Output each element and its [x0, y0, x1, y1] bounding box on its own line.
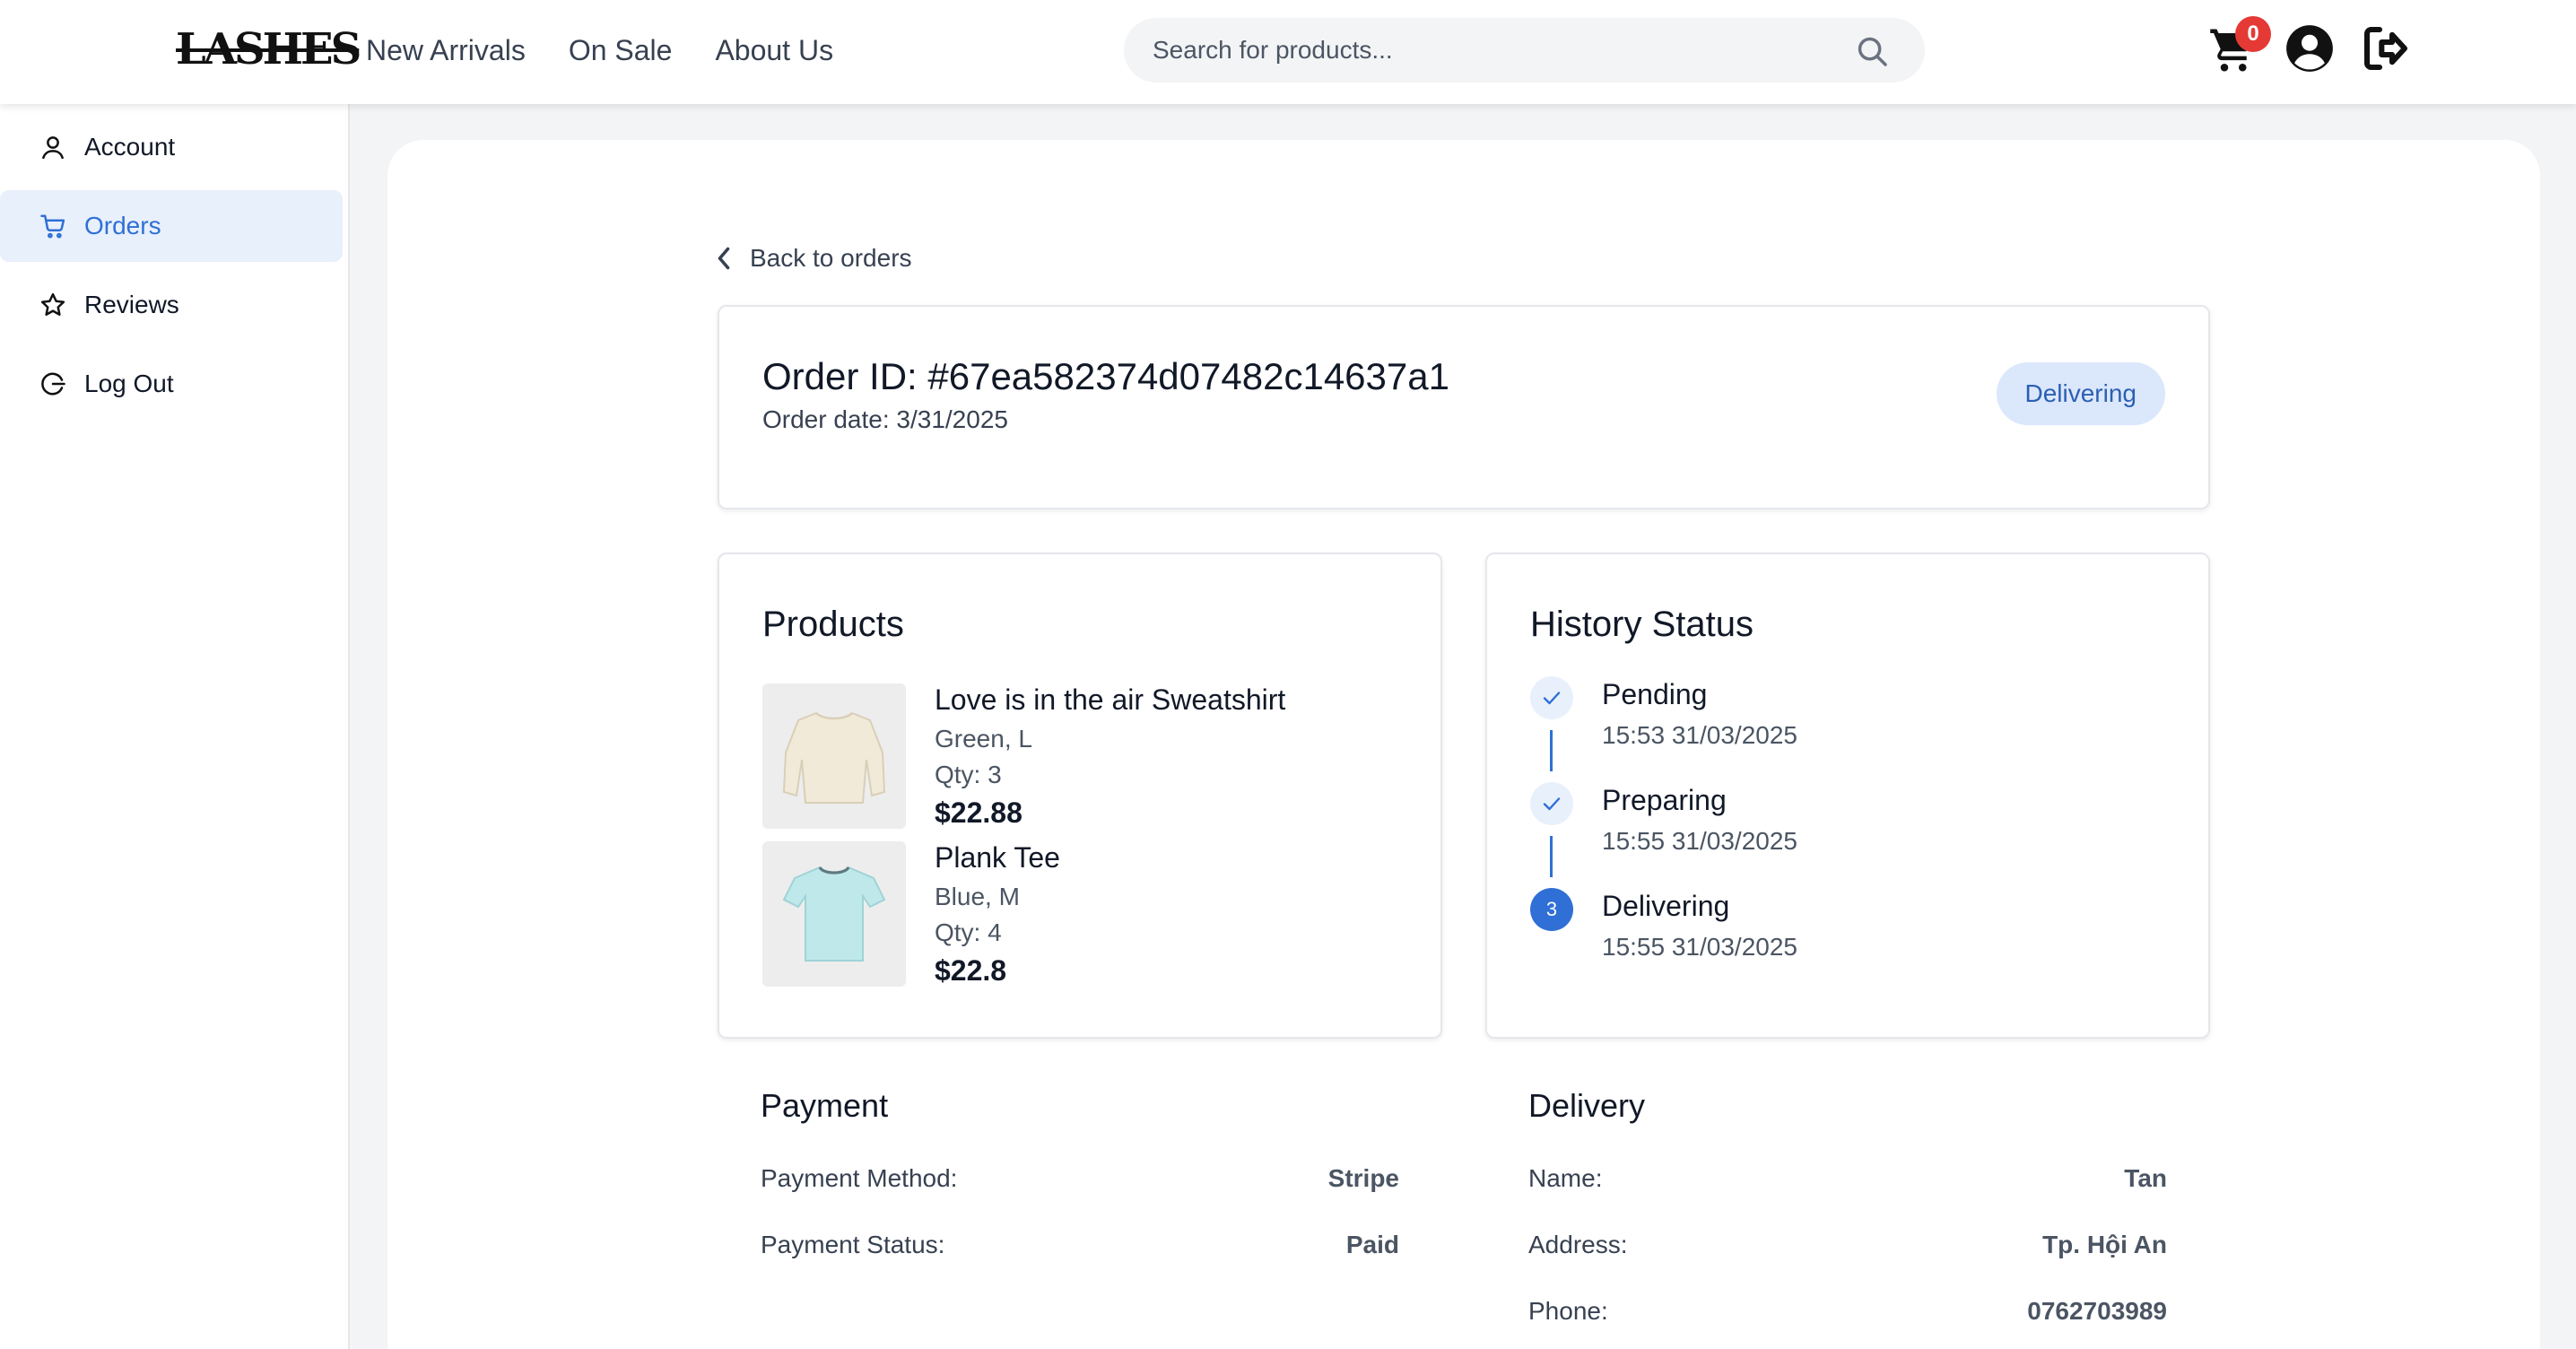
step-number-badge: 3 [1530, 888, 1573, 931]
chevron-left-icon [718, 247, 730, 270]
sidebar-item-label: Log Out [84, 370, 174, 397]
logout-icon[interactable] [2361, 23, 2411, 78]
payment-status-value: Paid [1345, 1231, 1399, 1258]
history-step-preparing: Preparing 15:55 31/03/2025 [1530, 782, 2158, 863]
account-icon[interactable] [2285, 24, 2334, 77]
product-price: $22.8 [935, 954, 1007, 987]
sidebar-item-logout[interactable]: Log Out [0, 348, 343, 420]
sidebar-item-orders[interactable]: Orders [0, 190, 343, 262]
payment-title: Payment [761, 1087, 889, 1124]
back-label: Back to orders [750, 244, 912, 272]
step-time: 15:55 31/03/2025 [1602, 827, 1797, 855]
payment-status-label: Payment Status: [761, 1231, 945, 1258]
payment-method-label: Payment Method: [761, 1164, 958, 1192]
status-badge: Delivering [1996, 362, 2165, 425]
order-summary-card: Order ID: #67ea582374d07482c14637a1 Orde… [718, 305, 2210, 509]
payment-method-value: Stripe [1327, 1164, 1399, 1192]
sidebar-item-label: Account [84, 133, 176, 161]
cart-button[interactable]: 0 [2208, 16, 2271, 77]
search-input[interactable] [1153, 36, 1834, 65]
sidebar-item-label: Orders [84, 212, 161, 239]
product-item[interactable]: Love is in the air Sweatshirt Green, L Q… [762, 683, 1390, 829]
delivery-address-label: Address: [1528, 1231, 1628, 1258]
step-connector [1550, 836, 1553, 877]
check-icon [1530, 676, 1573, 719]
order-id: Order ID: #67ea582374d07482c14637a1 [762, 355, 1449, 397]
product-image-sweatshirt[interactable] [762, 683, 906, 829]
sidebar-item-account[interactable]: Account [0, 111, 343, 183]
back-to-orders-link[interactable]: Back to orders [714, 244, 912, 273]
history-step-pending: Pending 15:53 31/03/2025 [1530, 676, 2158, 757]
search-bar [1124, 18, 1925, 83]
payment-method-row: Payment Method: Stripe [761, 1164, 1399, 1200]
delivery-address-row: Address: Tp. Hội An [1528, 1231, 2167, 1266]
product-item[interactable]: Plank Tee Blue, M Qty: 4 $22.8 [762, 841, 1390, 987]
sidebar-item-reviews[interactable]: Reviews [0, 269, 343, 341]
product-name[interactable]: Love is in the air Sweatshirt [935, 683, 1285, 717]
history-title: History Status [1530, 605, 1754, 644]
user-icon [42, 136, 64, 160]
step-connector [1550, 730, 1553, 771]
step-name: Preparing [1602, 784, 1727, 816]
delivery-title: Delivery [1528, 1087, 1646, 1124]
star-icon [40, 292, 65, 317]
sidebar-item-label: Reviews [84, 291, 179, 318]
check-icon [1530, 782, 1573, 825]
account-sidebar: Account Orders Reviews Log Out [0, 104, 350, 1349]
history-step-delivering: 3 Delivering 15:55 31/03/2025 [1530, 888, 2158, 969]
delivery-name-row: Name: Tan [1528, 1164, 2167, 1200]
product-image-tee[interactable] [762, 841, 906, 987]
product-variant: Blue, M [935, 883, 1020, 910]
brand-logo[interactable]: LASHES [176, 23, 361, 75]
product-name[interactable]: Plank Tee [935, 841, 1060, 875]
search-icon[interactable] [1855, 34, 1889, 73]
products-card: Products Love is in the air Sweatshirt G… [718, 553, 1442, 1039]
cart-icon [2208, 29, 2257, 77]
cart-icon [40, 214, 65, 239]
nav-about-us[interactable]: About Us [715, 32, 833, 68]
step-name: Delivering [1602, 890, 1730, 922]
payment-status-row: Payment Status: Paid [761, 1231, 1399, 1266]
delivery-address-value: Tp. Hội An [2042, 1231, 2167, 1258]
top-navbar: LASHES New Arrivals On Sale About Us 0 [0, 0, 2576, 104]
main-nav: New Arrivals On Sale About Us [366, 32, 833, 68]
cart-count-badge: 0 [2235, 16, 2271, 52]
nav-new-arrivals[interactable]: New Arrivals [366, 32, 526, 68]
order-date: Order date: 3/31/2025 [762, 405, 1008, 433]
product-variant: Green, L [935, 725, 1032, 753]
delivery-name-label: Name: [1528, 1164, 1603, 1192]
logout-icon [41, 372, 65, 396]
delivery-name-value: Tan [2124, 1164, 2167, 1192]
step-name: Pending [1602, 678, 1708, 710]
product-price: $22.88 [935, 796, 1023, 829]
header-actions: 0 [2208, 16, 2411, 79]
products-title: Products [762, 605, 904, 644]
delivery-phone-row: Phone: 0762703989 [1528, 1297, 2167, 1333]
history-status-card: History Status Pending 15:53 31/03/2025 … [1485, 553, 2210, 1039]
step-time: 15:53 31/03/2025 [1602, 721, 1797, 749]
delivery-phone-label: Phone: [1528, 1297, 1608, 1325]
product-qty: Qty: 3 [935, 761, 1002, 788]
nav-on-sale[interactable]: On Sale [569, 32, 673, 68]
step-time: 15:55 31/03/2025 [1602, 933, 1797, 961]
product-qty: Qty: 4 [935, 918, 1002, 946]
delivery-phone-value: 0762703989 [2027, 1297, 2167, 1325]
